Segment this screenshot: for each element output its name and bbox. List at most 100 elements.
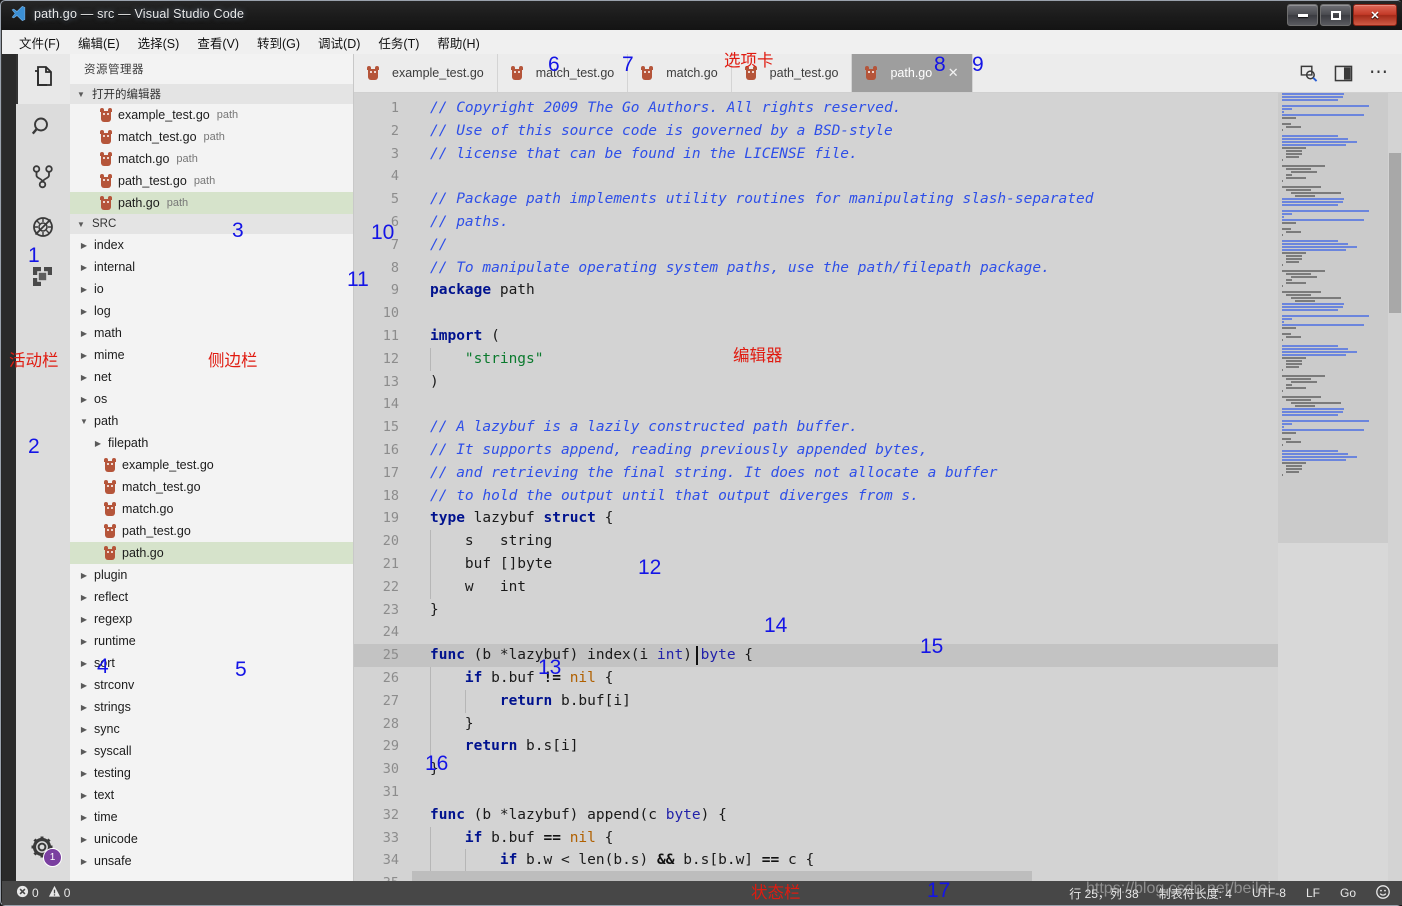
tree-folder[interactable]: ▶ filepath — [70, 432, 353, 454]
code-line[interactable]: 21 buf []byte — [354, 552, 1402, 576]
menu-select[interactable]: 选择(S) — [129, 30, 189, 55]
open-editor-item[interactable]: match.go path — [70, 148, 353, 170]
code-line[interactable]: 14 — [354, 393, 1402, 416]
code-line[interactable]: 22 w int — [354, 575, 1402, 599]
code-line[interactable]: 10 — [354, 302, 1402, 325]
tree-folder[interactable]: ▶ mime — [70, 344, 353, 366]
vertical-scroll-thumb[interactable] — [1389, 153, 1401, 313]
tab-match-go[interactable]: match.go — [628, 54, 732, 92]
tree-file[interactable]: ▶match_test.go — [70, 476, 353, 498]
activity-search[interactable] — [16, 104, 70, 154]
section-workspace[interactable]: ▼ SRC — [70, 214, 353, 234]
code-line[interactable]: 34 if b.w < len(b.s) && b.s[b.w] == c { — [354, 849, 1402, 873]
maximize-button[interactable] — [1320, 4, 1351, 26]
status-indentation[interactable]: 制表符长度: 4 — [1159, 885, 1232, 902]
status-eol[interactable]: LF — [1306, 886, 1320, 900]
activity-manage[interactable]: 1 — [16, 825, 70, 875]
tree-folder[interactable]: ▶ testing — [70, 762, 353, 784]
tree-file[interactable]: ▶example_test.go — [70, 454, 353, 476]
split-editor-icon[interactable] — [1334, 65, 1353, 82]
tab-match_test-go[interactable]: match_test.go — [497, 54, 629, 92]
tree-folder[interactable]: ▶ unicode — [70, 828, 353, 850]
activity-explorer[interactable] — [16, 54, 70, 104]
code-line[interactable]: 29 return b.s[i] — [354, 735, 1402, 759]
code-line[interactable]: 19 type lazybuf struct { — [354, 507, 1402, 530]
tree-folder[interactable]: ▶ regexp — [70, 608, 353, 630]
tree-file[interactable]: ▶path.go — [70, 542, 353, 564]
status-language-mode[interactable]: Go — [1340, 886, 1356, 900]
tab-path_test-go[interactable]: path_test.go — [731, 54, 853, 92]
code-line[interactable]: 15 // A lazybuf is a lazily constructed p… — [354, 416, 1402, 439]
tree-folder[interactable]: ▶ text — [70, 784, 353, 806]
tree-folder[interactable]: ▶ internal — [70, 256, 353, 278]
menu-debug[interactable]: 调试(D) — [309, 30, 369, 55]
code-line[interactable]: 18 // to hold the output until that outpu… — [354, 485, 1402, 508]
open-editor-item[interactable]: match_test.go path — [70, 126, 353, 148]
tree-folder[interactable]: ▶ net — [70, 366, 353, 388]
tree-folder[interactable]: ▶ strings — [70, 696, 353, 718]
code-line[interactable]: 2 // Use of this source code is governed … — [354, 120, 1402, 143]
code-line[interactable]: 27 return b.buf[i] — [354, 689, 1402, 713]
code-editor[interactable]: 1 // Copyright 2009 The Go Authors. All r… — [354, 93, 1402, 881]
code-line[interactable]: 33 if b.buf == nil { — [354, 826, 1402, 850]
tree-folder[interactable]: ▶ sync — [70, 718, 353, 740]
close-button[interactable]: ✕ — [1353, 4, 1397, 26]
tab-example_test-go[interactable]: example_test.go — [354, 54, 498, 92]
tree-folder[interactable]: ▶ index — [70, 234, 353, 256]
tree-folder[interactable]: ▼ path — [70, 410, 353, 432]
code-line[interactable]: 20 s string — [354, 530, 1402, 553]
minimize-button[interactable] — [1287, 4, 1318, 26]
code-line[interactable]: 7 // — [354, 234, 1402, 257]
code-line[interactable]: 30} — [354, 758, 1402, 781]
menu-view[interactable]: 查看(V) — [188, 30, 248, 55]
tree-folder[interactable]: ▶ syscall — [70, 740, 353, 762]
code-line[interactable]: 6 // paths. — [354, 211, 1402, 234]
open-editor-item-active[interactable]: path.go path — [70, 192, 353, 214]
code-line[interactable]: 31 — [354, 781, 1402, 804]
tab-close-icon[interactable]: ✕ — [947, 65, 959, 81]
open-editor-item[interactable]: path_test.go path — [70, 170, 353, 192]
code-line[interactable]: 9 package path — [354, 279, 1402, 302]
minimap-slider[interactable] — [1278, 93, 1388, 543]
code-line[interactable]: 4 — [354, 165, 1402, 188]
tree-folder[interactable]: ▶ log — [70, 300, 353, 322]
status-cursor-position[interactable]: 行 25，列 38 — [1069, 885, 1138, 902]
editor-horizontal-scrollbar[interactable] — [412, 871, 1388, 881]
tree-folder[interactable]: ▶ math — [70, 322, 353, 344]
code-line[interactable]: 16 // It supports append, reading previou… — [354, 439, 1402, 462]
code-line[interactable]: 5 // Package path implements utility rout… — [354, 188, 1402, 211]
code-line[interactable]: 8 // To manipulate operating system paths… — [354, 257, 1402, 280]
tree-folder[interactable]: ▶ strconv — [70, 674, 353, 696]
status-encoding[interactable]: UTF-8 — [1252, 886, 1286, 900]
code-line[interactable]: 11 import ( — [354, 325, 1402, 348]
smiley-icon[interactable] — [1376, 884, 1390, 902]
tree-folder[interactable]: ▶ plugin — [70, 564, 353, 586]
code-line[interactable]: 23} — [354, 599, 1402, 622]
code-line[interactable]: 32 func (b *lazybuf) append(c byte) { — [354, 804, 1402, 827]
open-preview-icon[interactable] — [1299, 64, 1318, 83]
code-line[interactable]: 13) — [354, 371, 1402, 394]
menu-edit[interactable]: 编辑(E) — [69, 30, 129, 55]
code-line[interactable]: 24 — [354, 621, 1402, 644]
more-actions-icon[interactable]: ⋯ — [1369, 63, 1388, 82]
code-line[interactable]: 26 if b.buf != nil { — [354, 666, 1402, 690]
minimap[interactable] — [1278, 93, 1388, 881]
code-line[interactable]: 12 "strings" — [354, 347, 1402, 371]
code-line[interactable]: 28 } — [354, 712, 1402, 736]
activity-debug[interactable] — [16, 204, 70, 254]
code-line[interactable]: 25 func (b *lazybuf) index(i int) byte { — [354, 644, 1402, 667]
code-line[interactable]: 17 // and retrieving the final string. It… — [354, 462, 1402, 485]
tree-folder[interactable]: ▶ unsafe — [70, 850, 353, 872]
editor-vertical-scrollbar[interactable] — [1388, 93, 1402, 881]
horizontal-scroll-thumb[interactable] — [412, 871, 1032, 881]
open-editor-item[interactable]: example_test.go path — [70, 104, 353, 126]
activity-source-control[interactable] — [16, 154, 70, 204]
tree-folder[interactable]: ▶ reflect — [70, 586, 353, 608]
tree-file[interactable]: ▶path_test.go — [70, 520, 353, 542]
tree-file[interactable]: ▶match.go — [70, 498, 353, 520]
tree-folder[interactable]: ▶ io — [70, 278, 353, 300]
menu-file[interactable]: 文件(F) — [10, 30, 69, 55]
menu-goto[interactable]: 转到(G) — [248, 30, 309, 55]
tree-folder[interactable]: ▶ sort — [70, 652, 353, 674]
tab-path-go-active[interactable]: path.go ✕ — [852, 54, 974, 92]
